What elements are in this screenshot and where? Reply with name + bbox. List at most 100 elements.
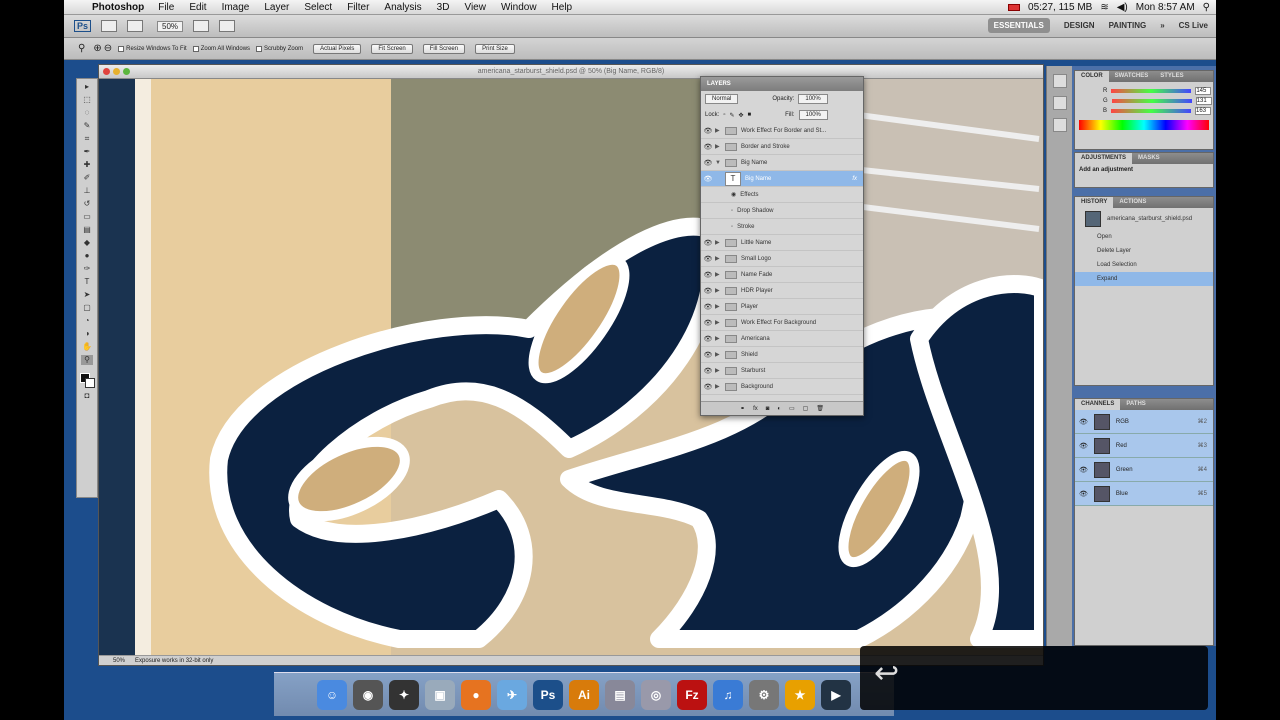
zoom-tool-icon[interactable]: ⚲ <box>81 355 93 365</box>
lock-image-icon[interactable]: ✎ <box>729 112 734 119</box>
menu-analysis[interactable]: Analysis <box>384 2 421 13</box>
lock-transparent-icon[interactable]: ▫ <box>723 112 725 118</box>
visibility-eye-icon[interactable]: 👁 <box>1079 466 1088 474</box>
finder-icon[interactable]: ☺ <box>317 679 347 710</box>
layer-row[interactable]: ◦ Drop Shadow <box>701 203 863 219</box>
print-size-button[interactable]: Print Size <box>475 43 515 54</box>
channel-row[interactable]: 👁 RGB ⌘2 <box>1075 410 1213 434</box>
marquee-tool-icon[interactable]: ⬚ <box>81 95 93 105</box>
visibility-eye-icon[interactable]: 👁 <box>701 127 715 135</box>
battery-icon[interactable] <box>1008 4 1021 11</box>
fill-input[interactable]: 100% <box>798 110 828 120</box>
screen-mode-icon[interactable] <box>219 20 236 32</box>
swatches-tab[interactable]: SWATCHES <box>1109 71 1155 82</box>
layer-row[interactable]: 👁 ▶ Little Name <box>701 235 863 251</box>
visibility-eye-icon[interactable]: 👁 <box>701 255 715 263</box>
visibility-eye-icon[interactable]: 👁 <box>701 367 715 375</box>
filezilla-icon[interactable]: Fz <box>677 679 707 710</box>
visibility-eye-icon[interactable]: 👁 <box>701 303 715 311</box>
expand-arrow-icon[interactable]: ▶ <box>715 319 725 326</box>
expand-arrow-icon[interactable]: ▶ <box>715 287 725 294</box>
menu-file[interactable]: File <box>158 2 174 13</box>
photoshop-icon[interactable]: Ps <box>533 679 563 710</box>
workspace-more[interactable]: » <box>1160 21 1164 30</box>
gradient-tool-icon[interactable]: ▤ <box>81 225 93 235</box>
adjustments-tab[interactable]: ADJUSTMENTS <box>1075 153 1133 164</box>
pen-tool-icon[interactable]: ✑ <box>81 264 93 274</box>
zoom-out-icon[interactable]: ⊖ <box>104 43 112 54</box>
effect-icon[interactable]: ◉ <box>731 191 736 198</box>
exposé-icon[interactable]: ✦ <box>389 679 419 710</box>
resize-windows-checkbox[interactable]: Resize Windows To Fit <box>118 45 187 52</box>
visibility-eye-icon[interactable]: 👁 <box>701 143 715 151</box>
fit-screen-button[interactable]: Fit Screen <box>371 43 413 54</box>
brush-tool-icon[interactable]: ✐ <box>81 173 93 183</box>
color-slider[interactable]: R 145 <box>1099 86 1213 96</box>
dodge-tool-icon[interactable]: ● <box>81 251 93 261</box>
expand-arrow-icon[interactable]: ▼ <box>715 160 725 166</box>
close-window-icon[interactable] <box>103 68 110 75</box>
actions-tab[interactable]: ACTIONS <box>1113 197 1152 208</box>
channel-row[interactable]: 👁 Red ⌘3 <box>1075 434 1213 458</box>
document-titlebar[interactable]: americana_starburst_shield.psd @ 50% (Bi… <box>99 65 1043 79</box>
healing-tool-icon[interactable]: ✚ <box>81 160 93 170</box>
history-step[interactable]: Expand <box>1075 272 1213 286</box>
menu-help[interactable]: Help <box>552 2 573 13</box>
clapper-icon[interactable]: ▶ <box>821 679 851 710</box>
masks-tab[interactable]: MASKS <box>1132 153 1166 164</box>
quick-mask-icon[interactable]: ◘ <box>81 391 93 401</box>
color-tab[interactable]: COLOR <box>1075 71 1109 82</box>
layer-row[interactable]: ◦ Stroke <box>701 219 863 235</box>
iphoto-icon[interactable]: ▤ <box>605 679 635 710</box>
paragraph-panel-icon[interactable] <box>1052 118 1067 132</box>
menu-layer[interactable]: Layer <box>264 2 289 13</box>
layer-row[interactable]: 👁 ▶ Americana <box>701 331 863 347</box>
eraser-tool-icon[interactable]: ▭ <box>81 212 93 222</box>
image-canvas[interactable] <box>99 79 1043 655</box>
history-step[interactable]: Delete Layer <box>1075 244 1213 258</box>
channel-row[interactable]: 👁 Blue ⌘5 <box>1075 482 1213 506</box>
expand-arrow-icon[interactable]: ▶ <box>715 255 725 262</box>
history-brush-tool-icon[interactable]: ↺ <box>81 199 93 209</box>
workspace-painting[interactable]: PAINTING <box>1109 21 1147 30</box>
dashboard-icon[interactable]: ◉ <box>353 679 383 710</box>
menu-3d[interactable]: 3D <box>437 2 450 13</box>
workspace-essentials[interactable]: ESSENTIALS <box>987 18 1050 33</box>
layer-row[interactable]: 👁 ▶ Starburst <box>701 363 863 379</box>
visibility-eye-icon[interactable]: 👁 <box>1079 442 1088 450</box>
eyedropper-tool-icon[interactable]: ✒ <box>81 147 93 157</box>
expand-arrow-icon[interactable]: ▶ <box>715 367 725 374</box>
menubar-clock[interactable]: Mon 8:57 AM <box>1136 2 1195 13</box>
expand-arrow-icon[interactable]: ▶ <box>715 239 725 246</box>
color-spectrum[interactable] <box>1079 120 1209 130</box>
layer-row[interactable]: 👁 ▶ Small Logo <box>701 251 863 267</box>
slider-value-input[interactable]: 131 <box>1195 97 1212 105</box>
workspace-design[interactable]: DESIGN <box>1064 21 1095 30</box>
app-menu[interactable]: Photoshop <box>92 2 144 13</box>
arrange-documents-icon[interactable] <box>193 20 210 32</box>
menu-edit[interactable]: Edit <box>189 2 206 13</box>
color-slider[interactable]: G 131 <box>1099 96 1213 106</box>
scrubby-zoom-checkbox[interactable]: Scrubby Zoom <box>256 45 303 52</box>
history-tab[interactable]: HISTORY <box>1075 197 1114 208</box>
expand-arrow-icon[interactable]: ▶ <box>715 271 725 278</box>
visibility-eye-icon[interactable]: 👁 <box>1079 490 1088 498</box>
stamp-tool-icon[interactable]: ⊥ <box>81 186 93 196</box>
visibility-eye-icon[interactable]: 👁 <box>701 383 715 391</box>
history-snapshot[interactable]: americana_starburst_shield.psd <box>1075 208 1213 230</box>
paths-tab[interactable]: PATHS <box>1120 399 1151 410</box>
layer-row[interactable]: 👁 ▶ HDR Player <box>701 283 863 299</box>
effect-icon[interactable]: ◦ <box>731 224 733 230</box>
expand-arrow-icon[interactable]: ▶ <box>715 143 725 150</box>
background-color-swatch[interactable] <box>85 378 95 388</box>
slider-track[interactable] <box>1111 89 1192 93</box>
itunes-icon[interactable]: ♫ <box>713 679 743 710</box>
zoom-window-icon[interactable] <box>123 68 130 75</box>
history-step[interactable]: Load Selection <box>1075 258 1213 272</box>
zoom-tool-icon[interactable]: ⚲ <box>78 43 85 54</box>
3d-orbit-tool-icon[interactable]: ◑ <box>81 329 93 339</box>
zoom-all-windows-checkbox[interactable]: Zoom All Windows <box>192 45 250 52</box>
wifi-icon[interactable]: ≋ <box>1100 2 1108 13</box>
histogram-panel-icon[interactable] <box>1052 74 1067 88</box>
system-preferences-icon[interactable]: ⚙ <box>749 679 779 710</box>
